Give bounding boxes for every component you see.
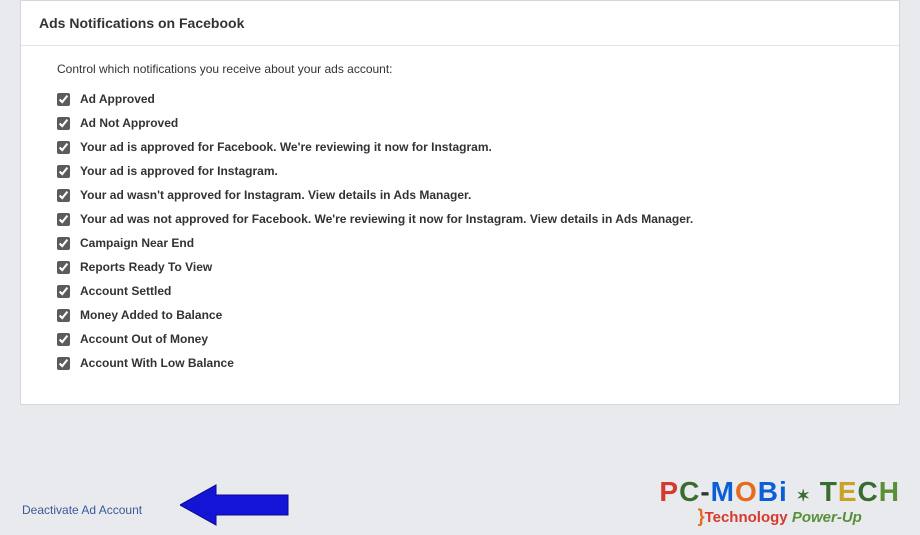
- notification-label: Campaign Near End: [80, 236, 194, 250]
- notification-item: Your ad wasn't approved for Instagram. V…: [57, 188, 863, 202]
- notification-checkbox[interactable]: [57, 261, 70, 274]
- watermark-logo: PC-MOBi ✶ TECH }Technology Power-Up: [659, 476, 900, 527]
- notification-label: Money Added to Balance: [80, 308, 222, 322]
- notification-checkbox[interactable]: [57, 141, 70, 154]
- notification-label: Your ad wasn't approved for Instagram. V…: [80, 188, 471, 202]
- notification-label: Reports Ready To View: [80, 260, 212, 274]
- notification-label: Account Settled: [80, 284, 171, 298]
- notification-item: Account Settled: [57, 284, 863, 298]
- notification-item: Your ad is approved for Instagram.: [57, 164, 863, 178]
- notification-item: Money Added to Balance: [57, 308, 863, 322]
- notification-checkbox[interactable]: [57, 213, 70, 226]
- deactivate-ad-account-link[interactable]: Deactivate Ad Account: [22, 503, 142, 517]
- notification-item: Ad Not Approved: [57, 116, 863, 130]
- panel-title: Ads Notifications on Facebook: [39, 15, 881, 31]
- notification-checkbox[interactable]: [57, 165, 70, 178]
- notification-label: Account With Low Balance: [80, 356, 234, 370]
- notification-label: Your ad was not approved for Facebook. W…: [80, 212, 693, 226]
- notification-item: Ad Approved: [57, 92, 863, 106]
- notification-item: Account With Low Balance: [57, 356, 863, 370]
- notification-label: Ad Approved: [80, 92, 155, 106]
- notification-label: Your ad is approved for Instagram.: [80, 164, 278, 178]
- notification-checkbox[interactable]: [57, 309, 70, 322]
- watermark-line1: PC-MOBi ✶ TECH: [659, 476, 900, 508]
- ads-notifications-panel: Ads Notifications on Facebook Control wh…: [20, 0, 900, 405]
- notification-checkbox[interactable]: [57, 285, 70, 298]
- notification-item: Your ad was not approved for Facebook. W…: [57, 212, 863, 226]
- notification-item: Reports Ready To View: [57, 260, 863, 274]
- watermark-line2: }Technology Power-Up: [659, 506, 900, 527]
- notification-checkbox[interactable]: [57, 117, 70, 130]
- notification-checkbox[interactable]: [57, 357, 70, 370]
- panel-body: Control which notifications you receive …: [21, 46, 899, 404]
- notification-checkbox[interactable]: [57, 93, 70, 106]
- notification-label: Ad Not Approved: [80, 116, 178, 130]
- notification-item: Campaign Near End: [57, 236, 863, 250]
- panel-header: Ads Notifications on Facebook: [21, 1, 899, 46]
- notification-checklist: Ad Approved Ad Not Approved Your ad is app…: [57, 92, 863, 370]
- notification-item: Your ad is approved for Facebook. We're …: [57, 140, 863, 154]
- notification-checkbox[interactable]: [57, 189, 70, 202]
- notification-label: Your ad is approved for Facebook. We're …: [80, 140, 492, 154]
- annotation-arrow-icon: [180, 481, 290, 529]
- panel-intro: Control which notifications you receive …: [57, 62, 863, 76]
- notification-item: Account Out of Money: [57, 332, 863, 346]
- notification-checkbox[interactable]: [57, 333, 70, 346]
- notification-checkbox[interactable]: [57, 237, 70, 250]
- notification-label: Account Out of Money: [80, 332, 208, 346]
